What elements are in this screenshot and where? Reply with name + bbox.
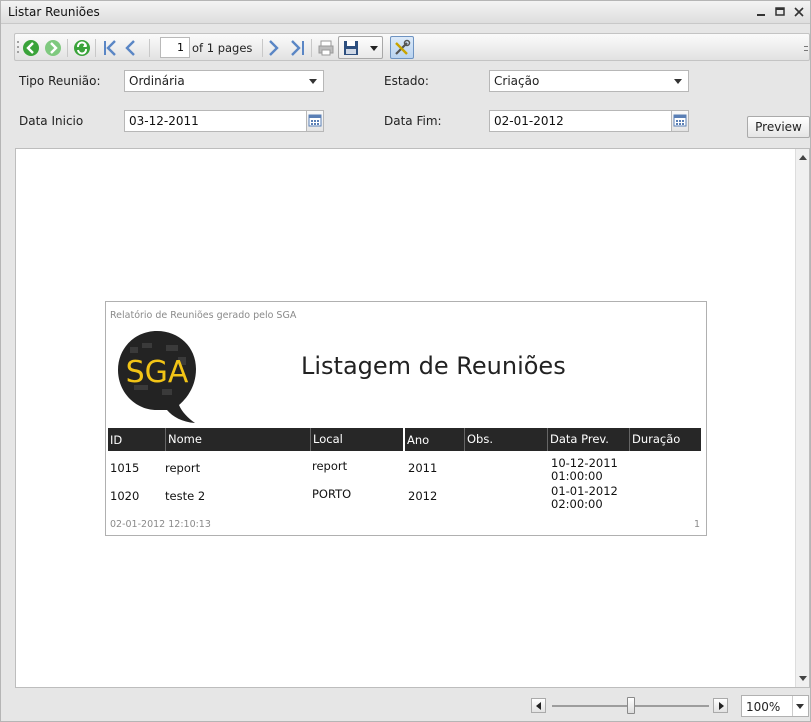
- data-inicio-label: Data Inicio: [19, 114, 84, 128]
- col-local: Local: [310, 428, 343, 451]
- report-header-note: Relatório de Reuniões gerado pelo SGA: [110, 310, 297, 321]
- sga-logo: SGA: [118, 331, 196, 423]
- report-page: Relatório de Reuniões gerado pelo SGA SG…: [105, 301, 707, 536]
- minimize-icon[interactable]: [753, 4, 769, 20]
- save-dropdown[interactable]: [338, 36, 383, 59]
- prev-page-icon[interactable]: [124, 38, 136, 58]
- estado-value: Criação: [494, 74, 540, 88]
- title-bar: Listar Reuniões: [1, 1, 810, 24]
- report-window: Listar Reuniões 1 of 1 pages Tipo Reuniã…: [0, 0, 811, 722]
- cell-data-prev-time: 02:00:00: [551, 497, 603, 511]
- cell-data-prev-time: 01:00:00: [551, 469, 603, 483]
- estado-label: Estado:: [384, 74, 429, 88]
- first-page-icon[interactable]: [102, 38, 118, 58]
- scroll-down-icon[interactable]: [799, 676, 807, 681]
- toolbar-separator: [262, 39, 263, 57]
- tools-button[interactable]: [390, 36, 414, 59]
- zoom-select-divider: [792, 696, 793, 716]
- toolbar-separator: [311, 39, 312, 57]
- calendar-icon: [673, 114, 687, 127]
- print-icon[interactable]: [317, 38, 335, 58]
- zoom-value: 100%: [746, 700, 781, 714]
- page-number-input[interactable]: [160, 37, 190, 58]
- calendar-icon: [308, 114, 322, 127]
- col-id: ID: [110, 433, 123, 447]
- refresh-icon[interactable]: [73, 38, 91, 58]
- col-duracao: Duração: [629, 428, 680, 451]
- tools-icon: [393, 39, 411, 60]
- report-footer-timestamp: 02-01-2012 12:10:13: [110, 519, 211, 530]
- chevron-down-icon: [674, 79, 682, 84]
- report-toolbar: of 1 pages: [14, 33, 810, 61]
- zoom-select[interactable]: 100%: [741, 695, 809, 717]
- col-obs: Obs.: [464, 428, 493, 451]
- chevron-down-icon: [796, 704, 804, 709]
- cell-local: PORTO: [312, 487, 352, 501]
- page-count-label: of 1 pages: [192, 41, 253, 55]
- cell-nome: teste 2: [165, 489, 206, 503]
- toolbar-separator: [149, 39, 150, 57]
- col-nome: Nome: [165, 428, 202, 451]
- data-fim-field[interactable]: [489, 110, 672, 132]
- toolbar-grip: [16, 38, 20, 58]
- zoom-slider-thumb[interactable]: [626, 697, 635, 714]
- cell-id: 1020: [110, 489, 140, 503]
- report-table-header-left: ID Nome Local: [108, 428, 403, 451]
- maximize-icon[interactable]: [772, 4, 788, 20]
- forward-icon[interactable]: [44, 38, 62, 58]
- tipo-reuniao-value: Ordinária: [129, 74, 185, 88]
- zoom-bar: 100%: [1, 691, 810, 721]
- chevron-down-icon: [309, 79, 317, 84]
- chevron-right-icon: [719, 702, 724, 710]
- window-title: Listar Reuniões: [8, 5, 100, 19]
- data-fim-label: Data Fim:: [384, 114, 442, 128]
- next-page-icon[interactable]: [268, 38, 280, 58]
- toolbar-overflow[interactable]: [804, 38, 808, 58]
- sga-logo-text: SGA: [126, 355, 189, 390]
- report-footer-page: 1: [693, 519, 700, 530]
- zoom-out-button[interactable]: [531, 698, 546, 713]
- back-icon[interactable]: [22, 38, 40, 58]
- data-inicio-calendar-button[interactable]: [306, 110, 324, 132]
- zoom-in-button[interactable]: [713, 698, 728, 713]
- chevron-left-icon: [536, 702, 541, 710]
- report-viewer[interactable]: Relatório de Reuniões gerado pelo SGA SG…: [15, 148, 810, 688]
- tipo-reuniao-label: Tipo Reunião:: [19, 74, 101, 88]
- data-fim-calendar-button[interactable]: [671, 110, 689, 132]
- cell-id: 1015: [110, 461, 140, 475]
- estado-select[interactable]: Criação: [489, 70, 689, 92]
- scroll-up-icon[interactable]: [799, 155, 807, 160]
- tipo-reuniao-select[interactable]: Ordinária: [124, 70, 324, 92]
- preview-button[interactable]: Preview: [747, 116, 810, 138]
- toolbar-separator: [67, 39, 68, 57]
- vertical-scrollbar[interactable]: [795, 149, 809, 687]
- save-icon[interactable]: [342, 39, 360, 60]
- report-title: Listagem de Reuniões: [301, 352, 566, 380]
- cell-nome: report: [165, 461, 201, 475]
- cell-local: report: [312, 459, 348, 473]
- col-ano: Ano: [407, 433, 430, 447]
- close-icon[interactable]: [791, 4, 807, 20]
- data-inicio-field[interactable]: [124, 110, 307, 132]
- cell-ano: 2012: [408, 489, 438, 503]
- last-page-icon[interactable]: [290, 38, 306, 58]
- report-table-header-right: Ano Obs. Data Prev. Duração: [405, 428, 701, 451]
- toolbar-separator: [95, 39, 96, 57]
- chevron-down-icon[interactable]: [370, 46, 378, 51]
- cell-ano: 2011: [408, 461, 438, 475]
- col-data-prev: Data Prev.: [547, 428, 609, 451]
